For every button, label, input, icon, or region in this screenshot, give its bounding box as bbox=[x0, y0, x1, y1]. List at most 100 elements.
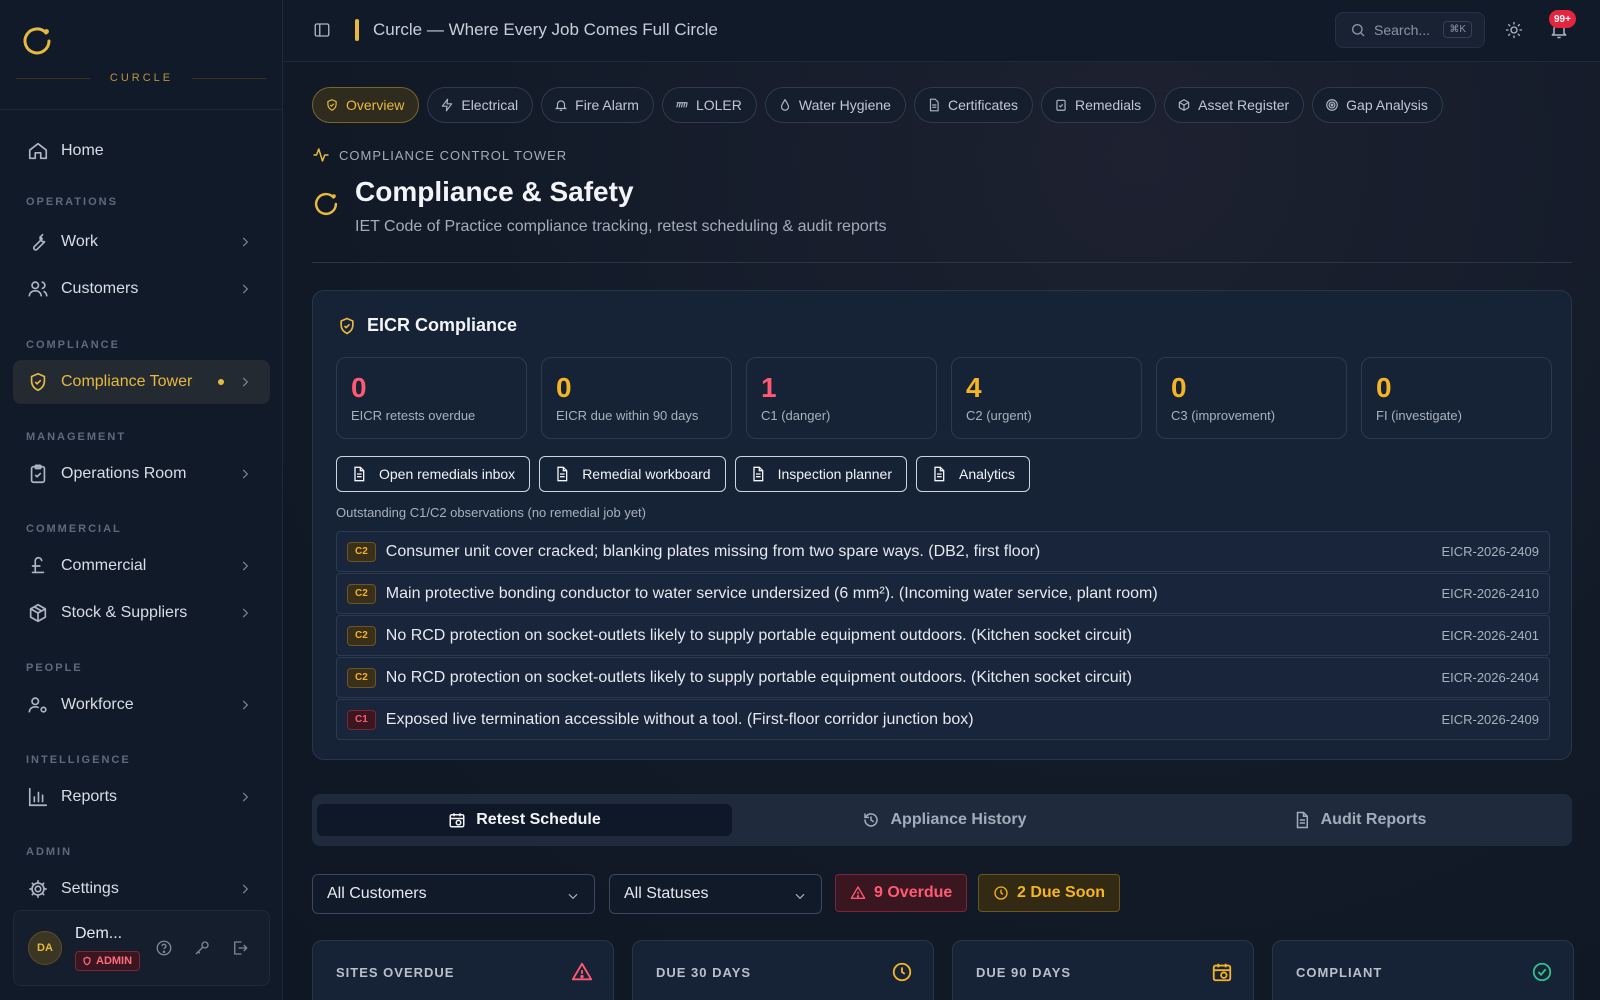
card-title: EICR Compliance bbox=[337, 315, 517, 336]
observation-row[interactable]: C1 Exposed live termination accessible w… bbox=[336, 699, 1550, 740]
sidebar-item-label: Reports bbox=[61, 788, 118, 805]
stat-tiles: 0 EICR retests overdue 0 EICR due within 9… bbox=[336, 357, 1552, 439]
sidebar-item-label: Customers bbox=[61, 280, 139, 297]
severity-badge: C1 bbox=[347, 709, 376, 730]
nav-section-commercial: COMMERCIAL bbox=[26, 523, 122, 535]
sidebar-item-stock-suppliers[interactable]: Stock & Suppliers bbox=[13, 591, 270, 635]
kpi-compliant: COMPLIANT bbox=[1272, 940, 1574, 1000]
outstanding-label: Outstanding C1/C2 observations (no remed… bbox=[336, 505, 646, 520]
package-icon bbox=[27, 602, 49, 624]
stat-fi-investigate[interactable]: 0 FI (investigate) bbox=[1361, 357, 1552, 439]
stat-label: EICR retests overdue bbox=[351, 408, 476, 423]
sidebar-item-home[interactable]: Home bbox=[13, 129, 270, 173]
sidebar-item-compliance-tower[interactable]: Compliance Tower bbox=[13, 360, 270, 404]
stat-c2-urgent[interactable]: 4 C2 (urgent) bbox=[951, 357, 1142, 439]
stat-retests-overdue[interactable]: 0 EICR retests overdue bbox=[336, 357, 527, 439]
package-icon bbox=[1177, 98, 1191, 112]
observation-text: No RCD protection on socket-outlets like… bbox=[385, 668, 1132, 686]
stat-label: C1 (danger) bbox=[761, 408, 831, 423]
sidebar-item-workforce[interactable]: Workforce bbox=[13, 683, 270, 727]
topbar: Curcle — Where Every Job Comes Full Circ… bbox=[283, 0, 1600, 62]
chevron-right-icon bbox=[238, 790, 252, 804]
nav-section-intelligence: INTELLIGENCE bbox=[26, 754, 131, 766]
help-icon[interactable] bbox=[155, 939, 173, 957]
user-actions bbox=[155, 939, 249, 957]
sidebar-item-reports[interactable]: Reports bbox=[13, 775, 270, 819]
observation-row[interactable]: C2 Consumer unit cover cracked; blanking… bbox=[336, 531, 1550, 572]
sidebar-item-label: Home bbox=[61, 142, 104, 159]
gear-icon bbox=[27, 878, 49, 900]
observation-ref: EICR-2026-2409 bbox=[1441, 544, 1539, 559]
history-icon bbox=[862, 811, 880, 829]
logout-icon[interactable] bbox=[231, 939, 249, 957]
remedial-workboard-button[interactable]: Remedial workboard bbox=[539, 456, 726, 492]
sidebar-item-commercial[interactable]: Commercial bbox=[13, 544, 270, 588]
observation-row[interactable]: C2 No RCD protection on socket-outlets l… bbox=[336, 657, 1550, 698]
due-soon-filter-chip[interactable]: 2 Due Soon bbox=[978, 874, 1121, 912]
pill-fire-alarm[interactable]: Fire Alarm bbox=[541, 87, 654, 123]
pill-remedials[interactable]: Remedials bbox=[1040, 87, 1157, 123]
severity-badge: C2 bbox=[347, 541, 376, 562]
warning-icon bbox=[850, 885, 866, 901]
stat-value: 0 bbox=[1376, 372, 1392, 403]
pill-gap-analysis[interactable]: Gap Analysis bbox=[1312, 87, 1443, 123]
sidebar-item-label: Workforce bbox=[61, 696, 134, 713]
pill-asset-register[interactable]: Asset Register bbox=[1164, 87, 1305, 123]
pill-overview[interactable]: Overview bbox=[312, 87, 420, 123]
stat-due-90-days[interactable]: 0 EICR due within 90 days bbox=[541, 357, 732, 439]
observation-ref: EICR-2026-2409 bbox=[1441, 712, 1539, 727]
stat-c3-improvement[interactable]: 0 C3 (improvement) bbox=[1156, 357, 1347, 439]
brand: CURCLE bbox=[0, 0, 282, 110]
pill-electrical[interactable]: Electrical bbox=[427, 87, 534, 123]
stat-c1-danger[interactable]: 1 C1 (danger) bbox=[746, 357, 937, 439]
tab-retest-schedule[interactable]: Retest Schedule bbox=[317, 804, 732, 836]
avatar[interactable]: DA bbox=[28, 931, 62, 965]
chevron-down-icon bbox=[793, 889, 807, 903]
key-icon[interactable] bbox=[193, 939, 211, 957]
pill-certificates[interactable]: Certificates bbox=[913, 87, 1033, 123]
bell-ring-icon bbox=[554, 98, 568, 112]
main-content: Overview Electrical Fire Alarm LOLER Wat… bbox=[283, 62, 1600, 1000]
bar-chart-icon bbox=[27, 786, 49, 808]
sidebar-item-label: Operations Room bbox=[61, 465, 187, 482]
stat-value: 0 bbox=[556, 372, 572, 403]
sidebar-toggle-icon[interactable] bbox=[313, 21, 331, 39]
observation-row[interactable]: C2 Main protective bonding conductor to … bbox=[336, 573, 1550, 614]
active-dot bbox=[218, 379, 224, 385]
chevron-right-icon bbox=[238, 467, 252, 481]
tab-appliance-history[interactable]: Appliance History bbox=[737, 804, 1152, 836]
clipboard-check-icon bbox=[1054, 98, 1068, 112]
kpi-due-90-days: DUE 90 DAYS bbox=[952, 940, 1254, 1000]
observation-row[interactable]: C2 No RCD protection on socket-outlets l… bbox=[336, 615, 1550, 656]
button-label: Remedial workboard bbox=[582, 466, 711, 482]
kpi-sites-overdue: SITES OVERDUE bbox=[312, 940, 614, 1000]
pill-water-hygiene[interactable]: Water Hygiene bbox=[764, 87, 906, 123]
status-select[interactable]: All Statuses bbox=[609, 874, 822, 914]
overdue-filter-chip[interactable]: 9 Overdue bbox=[835, 874, 968, 912]
pill-label: Gap Analysis bbox=[1346, 97, 1428, 113]
document-icon bbox=[927, 98, 941, 112]
pill-loler[interactable]: LOLER bbox=[661, 87, 757, 123]
inspection-planner-button[interactable]: Inspection planner bbox=[734, 456, 908, 492]
button-label: Inspection planner bbox=[777, 466, 893, 482]
sidebar-item-operations-room[interactable]: Operations Room bbox=[13, 452, 270, 496]
sun-icon[interactable] bbox=[1505, 21, 1523, 39]
chip-label: 2 Due Soon bbox=[1017, 884, 1106, 901]
search-button[interactable]: Search... ⌘K bbox=[1335, 12, 1485, 48]
stat-label: FI (investigate) bbox=[1376, 408, 1462, 423]
curcle-logo-icon[interactable] bbox=[20, 24, 54, 58]
tab-audit-reports[interactable]: Audit Reports bbox=[1152, 804, 1567, 836]
chevron-right-icon bbox=[238, 882, 252, 896]
user-name: Dem... bbox=[75, 925, 123, 942]
analytics-button[interactable]: Analytics bbox=[916, 456, 1031, 492]
sidebar-item-customers[interactable]: Customers bbox=[13, 267, 270, 311]
sidebar-item-work[interactable]: Work bbox=[13, 220, 270, 264]
customer-select[interactable]: All Customers bbox=[312, 874, 595, 914]
open-remedials-inbox-button[interactable]: Open remedials inbox bbox=[336, 456, 531, 492]
sidebar-item-settings[interactable]: Settings bbox=[13, 867, 270, 911]
user-card: DA Dem... ADMIN bbox=[13, 910, 270, 986]
document-icon bbox=[931, 466, 947, 482]
stat-value: 1 bbox=[761, 372, 777, 403]
role-badge: ADMIN bbox=[75, 951, 141, 971]
document-icon bbox=[1293, 811, 1311, 829]
